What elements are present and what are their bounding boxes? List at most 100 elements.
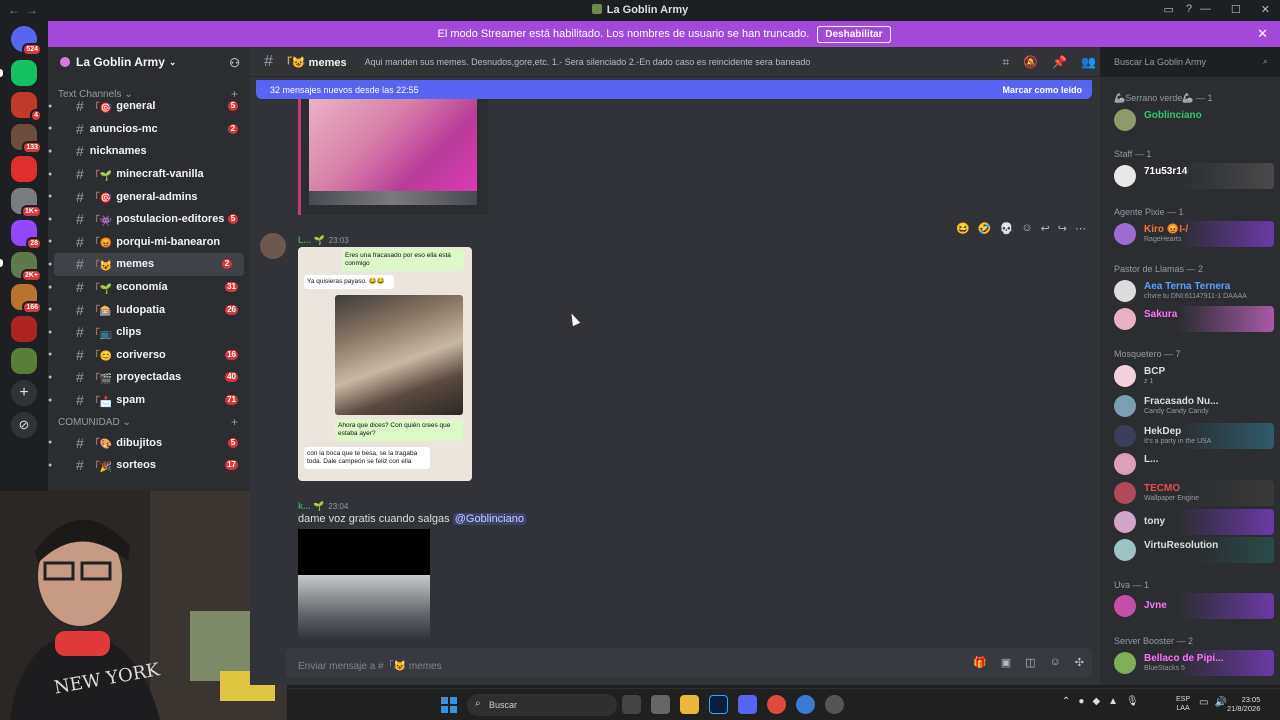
close-window-button[interactable]: ✕ (1261, 3, 1270, 16)
taskbar-search[interactable]: ⌕ Buscar (467, 694, 617, 716)
member-item[interactable]: Fracasado Nu... Candy Candy Candy (1114, 393, 1274, 419)
image-attachment[interactable] (298, 99, 488, 215)
channel-item-dibujitos[interactable]: ● # 「🎨 dibujitos 5 (48, 431, 250, 454)
disable-streamer-button[interactable]: Deshabilitar (817, 25, 891, 43)
message-author[interactable]: k... 🌱 23:04 (298, 501, 348, 512)
user-mention[interactable]: @Goblinciano (452, 513, 526, 525)
member-item[interactable]: Kiro 😡I-/RageHearts (1114, 221, 1274, 247)
reaction-icon[interactable]: 🤣 (978, 222, 992, 235)
member-item[interactable]: Aea Terna Ternera chvre tu DNI:61147911-1… (1114, 278, 1274, 304)
member-item[interactable]: Bellaco de Pipi... BlueStacks 5 (1114, 650, 1274, 676)
member-item[interactable]: L... (1114, 451, 1274, 477)
gift-icon[interactable]: 🎁 (973, 656, 987, 669)
new-messages-bar[interactable]: 32 mensajes nuevos desde las 22:55 Marca… (256, 80, 1092, 99)
member-item[interactable]: TECMO Wallpaper Engine (1114, 480, 1274, 506)
tray-icon[interactable]: ● (1078, 696, 1084, 707)
channel-item-clips[interactable]: ● # 「📺 clips (48, 321, 250, 344)
member-item[interactable]: BCP z 1 (1114, 363, 1274, 389)
sticker-icon[interactable]: ◫ (1025, 656, 1035, 669)
avatar[interactable] (260, 233, 286, 259)
guild-header[interactable]: La Goblin Army ⌄ ⚇ (48, 47, 250, 77)
inbox-icon[interactable]: ▭ (1163, 3, 1173, 16)
add-reaction-icon[interactable]: ☺ (1021, 222, 1032, 235)
windows-start-icon[interactable] (441, 697, 457, 713)
member-item[interactable]: tony (1114, 509, 1274, 535)
search-input[interactable]: Buscar La Goblin Army ⌕ (1108, 53, 1274, 71)
message-author[interactable]: L... 🌱 23:03 (298, 235, 349, 246)
member-item[interactable]: HekDep It's a party in the USA (1114, 423, 1274, 449)
channel-item-postulacion-editores[interactable]: ● # 「👾 postulacion-editores 5 (48, 208, 250, 231)
server-icon-red[interactable]: 4 (11, 92, 42, 122)
member-item[interactable]: Sakura (1114, 306, 1274, 332)
channel-item-sorteos[interactable]: ● # 「🎉 sorteos 17 (48, 454, 250, 477)
channel-topic[interactable]: Aqui manden sus memes. Desnudos,gore,etc… (365, 57, 811, 67)
monitor-icon[interactable]: ▭ (1199, 697, 1208, 708)
add-server-icon[interactable]: + (11, 380, 37, 406)
server-icon-twitch[interactable]: 28 (11, 220, 42, 250)
chat-screenshot-attachment[interactable]: Eres una fracasado por eso ella está con… (298, 247, 472, 481)
tray-icon[interactable]: ◆ (1092, 696, 1100, 707)
mic-icon[interactable]: 🎙 (1126, 696, 1139, 707)
file-explorer-icon[interactable] (680, 695, 699, 714)
message-composer[interactable]: Enviar mensaje a #「😺 memes 🎁 ▣ ◫ ☺ ✣ (286, 648, 1092, 678)
maximize-button[interactable]: ☐ (1231, 3, 1241, 16)
apps-icon[interactable]: ✣ (1075, 656, 1084, 669)
video-attachment[interactable] (298, 529, 430, 643)
volume-icon[interactable]: 🔊 (1214, 697, 1226, 708)
member-item[interactable]: 71u53r14 (1114, 163, 1274, 189)
channel-item-memes[interactable]: ● # 「😺 memes 2 (48, 253, 244, 276)
channel-item-coriverso[interactable]: ● # 「😊 coriverso 16 (48, 344, 250, 367)
threads-icon[interactable]: ⌗ (1002, 55, 1009, 70)
language-indicator[interactable]: ESP LAA (1176, 695, 1190, 713)
member-item[interactable]: Goblinciano (1114, 107, 1274, 133)
discord-icon[interactable] (738, 695, 757, 714)
server-icon-dualipa[interactable] (11, 156, 37, 182)
discord-home-icon[interactable]: 524 (11, 26, 42, 56)
server-icon-k[interactable] (11, 60, 37, 86)
channel-item-minecraft-vanilla[interactable]: ● # 「🌱 minecraft-vanilla (48, 163, 250, 186)
explore-icon[interactable]: ⊘ (11, 412, 37, 438)
app-icon[interactable] (651, 695, 670, 714)
minimize-button[interactable]: — (1200, 3, 1211, 16)
channel-item-general-admins[interactable]: ● # 「🎯 general-admins (48, 185, 250, 208)
mark-as-read-button[interactable]: Marcar como leído (1002, 85, 1082, 95)
channel-item-general[interactable]: ● # 「🎯 general 5 (48, 95, 250, 118)
forward-icon[interactable]: ↪ (1058, 222, 1067, 235)
server-icon-grey[interactable]: 1K+ (11, 188, 42, 218)
channel-item-nicknames[interactable]: ● # nicknames (48, 140, 250, 163)
category-comunidad[interactable]: COMUNIDAD ⌄ + (48, 413, 250, 431)
server-icon-orange[interactable]: 166 (11, 284, 42, 314)
channel-item-ludopatia[interactable]: ● # 「🎰 ludopatia 26 (48, 298, 250, 321)
channel-item-spam[interactable]: ● # 「📩 spam 71 (48, 389, 250, 412)
pin-icon[interactable]: 📌 (1052, 55, 1067, 70)
server-icon-brown[interactable]: 133 (11, 124, 42, 154)
mute-icon[interactable]: 🔕 (1023, 55, 1038, 70)
reply-icon[interactable]: ↩ (1041, 222, 1050, 235)
chrome-icon[interactable] (767, 695, 786, 714)
help-icon[interactable]: ? (1186, 3, 1192, 16)
server-icon-goblin[interactable]: 2K+ (11, 252, 42, 282)
channel-item-porqui-mi-banearon[interactable]: ● # 「😡 porqui-mi-banearon (48, 231, 250, 254)
reaction-icon[interactable]: 😆 (956, 222, 970, 235)
gif-icon[interactable]: ▣ (1001, 656, 1011, 669)
members-icon[interactable]: 👥 (1081, 55, 1096, 70)
server-icon-green[interactable] (11, 348, 37, 374)
more-icon[interactable]: ⋯ (1075, 222, 1086, 235)
reaction-icon[interactable]: 💀 (1000, 222, 1014, 235)
channel-item-anuncios-mc[interactable]: ● # anuncios-mc 2 (48, 118, 250, 141)
member-item[interactable]: VirtuResolution (1114, 537, 1274, 563)
member-item[interactable]: Jvne (1114, 593, 1274, 619)
add-channel-icon[interactable]: + (231, 415, 238, 429)
clock[interactable]: 23:05 21/8/2026 (1227, 695, 1260, 713)
tray-icon[interactable]: ▲ (1108, 696, 1118, 707)
channel-item-proyectadas[interactable]: ● # 「🎬 proyectadas 40 (48, 366, 250, 389)
task-view-icon[interactable] (622, 695, 641, 714)
emoji-icon[interactable]: ☺ (1050, 656, 1061, 669)
close-icon[interactable]: ✕ (1257, 26, 1268, 42)
add-user-icon[interactable]: ⚇ (229, 56, 240, 70)
app-icon[interactable] (825, 695, 844, 714)
server-icon-redlogo[interactable] (11, 316, 37, 342)
photoshop-icon[interactable] (709, 695, 728, 714)
channel-item-economía[interactable]: ● # 「🌱 economía 31 (48, 276, 250, 299)
chevron-up-icon[interactable]: ⌃ (1062, 696, 1070, 707)
